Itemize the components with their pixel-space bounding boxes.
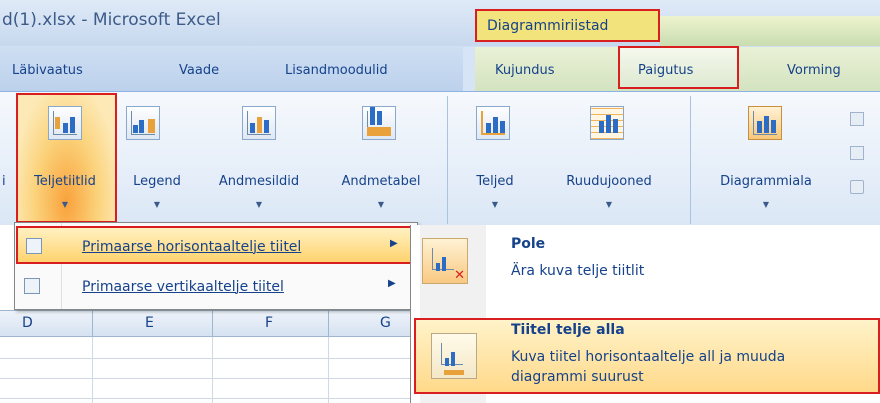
submenu-item-description: Kuva tiitel horisontaaltelje all ja muud… xyxy=(511,349,786,365)
column-header-e[interactable]: E xyxy=(145,315,154,331)
chevron-down-icon: ▼ xyxy=(377,200,385,209)
tab-group-divider xyxy=(463,47,475,91)
submenu-item-title: Pole xyxy=(511,236,546,252)
data-labels-label: Andmesildid xyxy=(218,174,300,189)
chevron-down-icon: ▼ xyxy=(255,200,263,209)
tab-lisandmoodulid[interactable]: Lisandmoodulid xyxy=(285,63,388,78)
grid-line xyxy=(0,378,410,379)
menu-item-label: Primaarse vertikaaltelje tiitel xyxy=(82,279,284,295)
partial-ribbon-label: i xyxy=(2,174,6,189)
data-labels-button[interactable]: Andmesildid ▼ xyxy=(196,92,322,225)
gridlines-label: Ruudujooned xyxy=(566,174,652,189)
vertical-axis-title-icon xyxy=(24,278,40,294)
ribbon-group-separator xyxy=(690,96,691,224)
axis-titles-icon xyxy=(48,106,82,140)
legend-button[interactable]: Legend ▼ xyxy=(118,92,196,225)
contextual-tools-band xyxy=(660,16,880,46)
data-table-label: Andmetabel xyxy=(341,174,421,189)
axis-titles-button[interactable]: Teljetiitlid ▼ xyxy=(10,92,120,225)
menu-item-primary-vertical-axis-title[interactable]: Primaarse vertikaaltelje tiitel ▶ xyxy=(16,268,416,306)
data-labels-icon xyxy=(242,106,276,140)
grid-line xyxy=(92,337,93,403)
grid-line xyxy=(0,358,410,359)
grid-line xyxy=(212,337,213,403)
chevron-down-icon: ▼ xyxy=(61,200,69,209)
plot-area-icon xyxy=(748,106,782,140)
column-header-d[interactable]: D xyxy=(22,315,33,331)
menu-item-label: Primaarse horisontaaltelje tiitel xyxy=(82,239,302,255)
chevron-right-icon: ▶ xyxy=(390,238,398,249)
gridlines-button[interactable]: Ruudujooned ▼ xyxy=(538,92,680,225)
tab-labivaatus[interactable]: Läbivaatus xyxy=(12,63,83,78)
legend-icon xyxy=(126,106,160,140)
title-below-axis-icon xyxy=(431,333,477,379)
column-header-f[interactable]: F xyxy=(265,315,273,331)
submenu-item-title: Tiitel telje alla xyxy=(511,322,625,338)
submenu-item-description-continued: diagrammi suurust xyxy=(511,369,644,385)
column-header-g[interactable]: G xyxy=(380,315,391,331)
submenu-item-title-below-axis[interactable]: Tiitel telje alla Kuva tiitel horisontaa… xyxy=(414,318,880,394)
tab-kujundus[interactable]: Kujundus xyxy=(495,63,554,78)
column-header-row: D E F G xyxy=(0,310,410,337)
no-axis-title-icon: ✕ xyxy=(422,238,468,284)
axes-label: Teljed xyxy=(476,174,514,189)
axes-icon xyxy=(476,106,510,140)
data-table-button[interactable]: Andmetabel ▼ xyxy=(322,92,440,225)
chevron-down-icon: ▼ xyxy=(762,200,770,209)
data-table-icon xyxy=(362,106,396,140)
legend-label: Legend xyxy=(133,174,181,189)
contextual-tools-label: Diagrammiriistad xyxy=(487,18,609,34)
chevron-down-icon: ▼ xyxy=(153,200,161,209)
gridlines-icon xyxy=(590,106,624,140)
axes-button[interactable]: Teljed ▼ xyxy=(460,92,530,225)
chart-wall-icon[interactable] xyxy=(850,112,864,126)
tab-vorming[interactable]: Vorming xyxy=(787,63,841,78)
grid-line xyxy=(0,398,410,399)
tab-vaade[interactable]: Vaade xyxy=(179,63,219,78)
submenu-item-description: Ära kuva telje tiitlit xyxy=(511,263,645,279)
menu-item-primary-horizontal-axis-title[interactable]: Primaarse horisontaaltelje tiitel ▶ xyxy=(16,226,416,264)
contextual-tools-header: Diagrammiriistad xyxy=(475,9,660,42)
window-title: d(1).xlsx - Microsoft Excel xyxy=(2,10,221,30)
chevron-down-icon: ▼ xyxy=(605,200,613,209)
chevron-right-icon: ▶ xyxy=(388,278,396,289)
axis-titles-label: Teljetiitlid xyxy=(34,174,96,189)
3d-rotation-icon[interactable] xyxy=(850,180,864,194)
tab-paigutus[interactable]: Paigutus xyxy=(638,63,693,78)
plot-area-button[interactable]: Diagrammiala ▼ xyxy=(696,92,836,225)
plot-area-label: Diagrammiala xyxy=(720,174,812,189)
ribbon-group-separator xyxy=(447,96,448,224)
chart-floor-icon[interactable] xyxy=(850,146,864,160)
chevron-down-icon: ▼ xyxy=(491,200,499,209)
submenu-item-none[interactable]: ✕ Pole Ära kuva telje tiitlit xyxy=(414,228,880,306)
horizontal-axis-title-icon xyxy=(26,238,42,254)
grid-line xyxy=(328,337,329,403)
axis-titles-menu: Primaarse horisontaaltelje tiitel ▶ Prim… xyxy=(14,222,418,310)
